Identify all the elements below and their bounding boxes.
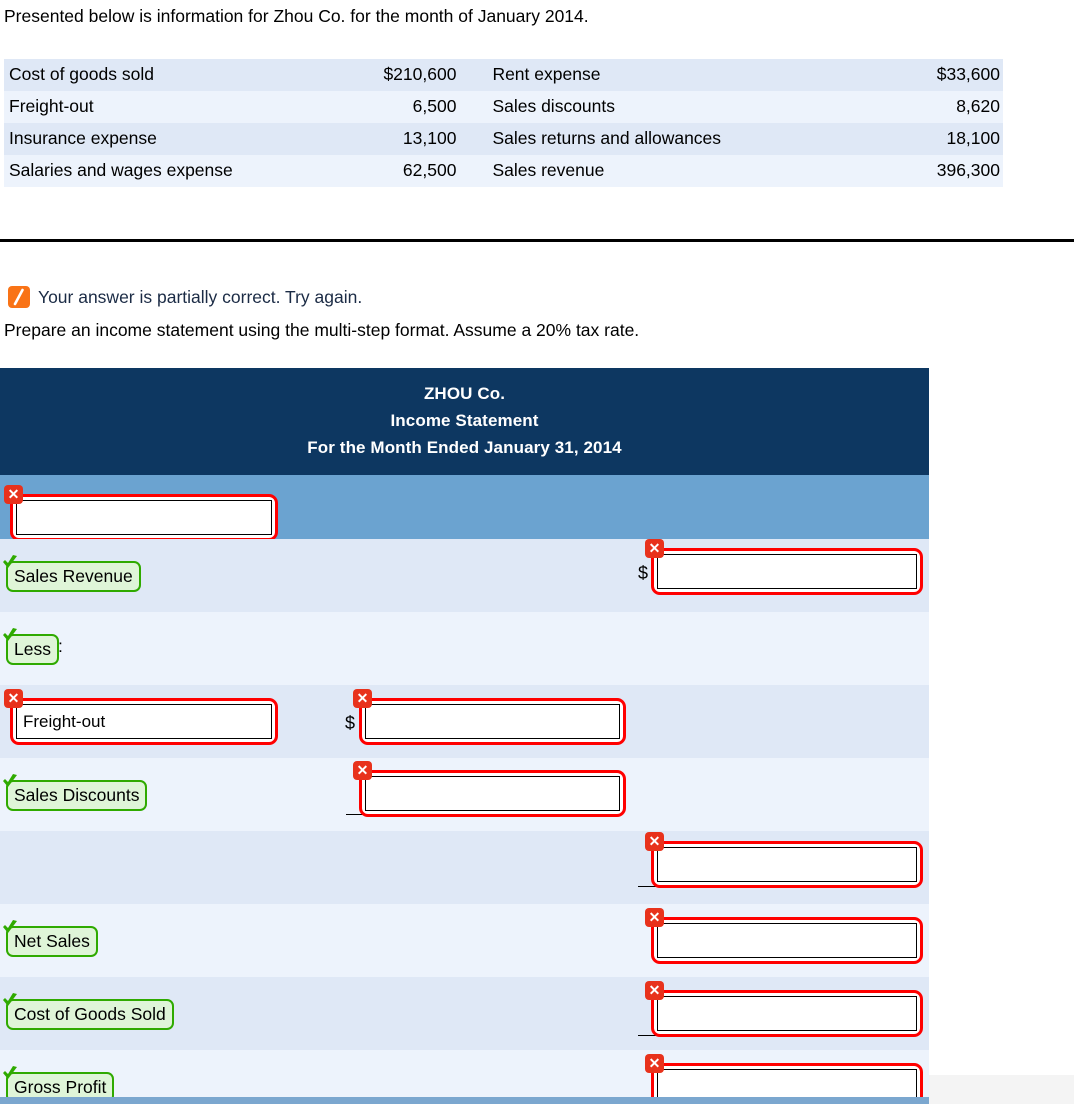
partial-correct-slash-icon bbox=[8, 286, 30, 308]
given-data-table: Cost of goods sold $210,600 Rent expense… bbox=[4, 59, 1003, 187]
freight-out-label-wrap[interactable]: ✕ bbox=[4, 689, 278, 745]
total-deductions-amount-input[interactable] bbox=[657, 847, 917, 882]
section-heading-input-wrap[interactable]: ✕ bbox=[4, 485, 278, 541]
cell-amount-right: 396,300 bbox=[854, 155, 1003, 187]
sales-revenue-amount-input[interactable] bbox=[657, 554, 917, 589]
statement-footer-bar bbox=[0, 1097, 929, 1104]
incorrect-x-icon: ✕ bbox=[353, 689, 372, 708]
correct-check-icon bbox=[2, 919, 18, 935]
cell-label-right: Rent expense bbox=[464, 59, 855, 91]
less-colon: : bbox=[58, 636, 63, 656]
incorrect-x-icon: ✕ bbox=[645, 539, 664, 558]
incorrect-x-icon: ✕ bbox=[645, 832, 664, 851]
instruction-text: Prepare an income statement using the mu… bbox=[4, 320, 640, 340]
incorrect-x-icon: ✕ bbox=[4, 485, 23, 504]
freight-out-amount-input[interactable] bbox=[365, 704, 620, 739]
dollar-sign: $ bbox=[638, 563, 649, 583]
company-name: ZHOU Co. bbox=[423, 384, 506, 403]
section-heading-input[interactable] bbox=[16, 500, 272, 535]
incorrect-x-icon: ✕ bbox=[645, 981, 664, 1000]
feedback-banner: Your answer is partially correct. Try ag… bbox=[8, 286, 362, 308]
incorrect-x-icon: ✕ bbox=[645, 908, 664, 927]
incorrect-x-icon: ✕ bbox=[4, 689, 23, 708]
cell-label-left: Insurance expense bbox=[4, 123, 315, 155]
table-row: Salaries and wages expense 62,500 Sales … bbox=[4, 155, 1003, 187]
chip-label: Net Sales bbox=[14, 931, 90, 951]
sales-revenue-label-chip: Sales Revenue bbox=[3, 555, 141, 592]
incorrect-x-icon: ✕ bbox=[353, 761, 372, 780]
sales-revenue-amount-wrap[interactable]: ✕ bbox=[645, 539, 923, 595]
income-statement-panel: ZHOU Co. Income Statement For the Month … bbox=[0, 368, 929, 1104]
chip-label: Cost of Goods Sold bbox=[14, 1004, 166, 1024]
correct-check-icon bbox=[2, 992, 18, 1008]
cost-of-goods-sold-row: Cost of Goods Sold ✕ bbox=[0, 977, 929, 1050]
dollar-sign: $ bbox=[345, 713, 356, 733]
less-label-chip: Less bbox=[3, 628, 59, 665]
net-sales-amount-input[interactable] bbox=[657, 923, 917, 958]
cell-amount-left: $210,600 bbox=[314, 59, 465, 91]
cell-amount-left: 6,500 bbox=[314, 91, 465, 123]
chip-label: Sales Revenue bbox=[14, 566, 133, 586]
statement-header: ZHOU Co. Income Statement For the Month … bbox=[0, 368, 929, 475]
table-row: Freight-out 6,500 Sales discounts 8,620 bbox=[4, 91, 1003, 123]
chip-label: Gross Profit bbox=[14, 1077, 107, 1097]
sales-discounts-label-chip: Sales Discounts bbox=[3, 774, 148, 811]
feedback-message: Your answer is partially correct. Try ag… bbox=[38, 286, 363, 307]
sales-discounts-amount-wrap[interactable]: ✕ bbox=[353, 761, 626, 817]
less-row: Less : bbox=[0, 612, 929, 685]
cell-label-right: Sales revenue bbox=[464, 155, 855, 187]
cost-of-goods-sold-amount-input[interactable] bbox=[657, 996, 917, 1031]
correct-check-icon bbox=[2, 554, 18, 570]
intro-text: Presented below is information for Zhou … bbox=[4, 6, 589, 26]
section-divider bbox=[0, 239, 1074, 242]
sales-discounts-row: Sales Discounts ✕ bbox=[0, 758, 929, 831]
freight-out-label-input[interactable] bbox=[16, 704, 272, 739]
statement-period: For the Month Ended January 31, 2014 bbox=[307, 438, 622, 457]
table-row: Cost of goods sold $210,600 Rent expense… bbox=[4, 59, 1003, 91]
correct-check-icon bbox=[2, 627, 18, 643]
incorrect-x-icon: ✕ bbox=[645, 1054, 664, 1073]
cell-label-right: Sales discounts bbox=[464, 91, 855, 123]
correct-check-icon bbox=[2, 1065, 18, 1081]
cell-label-right: Sales returns and allowances bbox=[464, 123, 855, 155]
net-sales-label-chip: Net Sales bbox=[3, 920, 98, 957]
cell-amount-left: 62,500 bbox=[314, 155, 465, 187]
cost-of-goods-sold-label-chip: Cost of Goods Sold bbox=[3, 993, 174, 1030]
statement-title: Income Statement bbox=[390, 411, 539, 430]
cell-label-left: Salaries and wages expense bbox=[4, 155, 315, 187]
freight-out-row: ✕ $ ✕ bbox=[0, 685, 929, 758]
correct-check-icon bbox=[2, 773, 18, 789]
section-heading-row: ✕ bbox=[0, 475, 929, 541]
cell-label-left: Freight-out bbox=[4, 91, 315, 123]
cell-amount-right: 8,620 bbox=[854, 91, 1003, 123]
sales-discounts-amount-input[interactable] bbox=[365, 776, 620, 811]
net-sales-amount-wrap[interactable]: ✕ bbox=[645, 908, 923, 964]
freight-out-amount-wrap[interactable]: ✕ bbox=[353, 689, 626, 745]
net-sales-row: Net Sales ✕ bbox=[0, 904, 929, 977]
page-right-gutter bbox=[929, 1075, 1074, 1104]
table-row: Insurance expense 13,100 Sales returns a… bbox=[4, 123, 1003, 155]
total-deductions-row: ✕ bbox=[0, 831, 929, 904]
chip-label: Sales Discounts bbox=[14, 785, 140, 805]
cost-of-goods-sold-amount-wrap[interactable]: ✕ bbox=[645, 981, 923, 1037]
cell-amount-right: 18,100 bbox=[854, 123, 1003, 155]
cell-label-left: Cost of goods sold bbox=[4, 59, 315, 91]
sales-revenue-row: Sales Revenue $ ✕ bbox=[0, 539, 929, 612]
cell-amount-left: 13,100 bbox=[314, 123, 465, 155]
total-deductions-amount-wrap[interactable]: ✕ bbox=[645, 832, 923, 888]
assignment-page: Presented below is information for Zhou … bbox=[0, 0, 1074, 1104]
cell-amount-right: $33,600 bbox=[854, 59, 1003, 91]
chip-label: Less bbox=[14, 639, 51, 659]
gross-profit-row: Gross Profit ✕ bbox=[0, 1050, 929, 1104]
